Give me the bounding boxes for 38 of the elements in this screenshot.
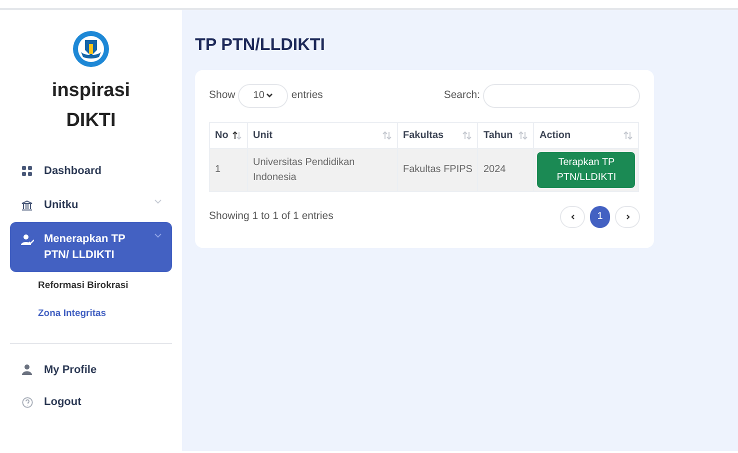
help-icon <box>22 396 32 408</box>
column-header[interactable]: No <box>210 122 248 148</box>
nav-item[interactable]: Logout <box>10 386 172 418</box>
chevron-right-icon <box>626 214 630 220</box>
table-cell: Universitas Pendidikan Indonesia <box>248 148 398 191</box>
apply-button[interactable]: Terapkan TP PTN/LLDIKTI <box>537 152 636 188</box>
entries-info: Showing 1 to 1 of 1 entries <box>209 208 334 224</box>
nav-item[interactable]: Menerapkan TP PTN/ LLDIKTI <box>10 222 172 272</box>
brand-name: DIKTI <box>66 109 116 133</box>
nav-item[interactable]: Unitku <box>10 188 172 222</box>
column-header[interactable]: Unit <box>248 122 398 148</box>
entries-label: entries <box>291 88 323 103</box>
search-label: Search: <box>444 88 480 103</box>
nav-item[interactable]: Dashboard <box>10 154 172 188</box>
page-button[interactable]: 1 <box>590 206 610 228</box>
caret-icon <box>266 93 274 98</box>
chevron-left-icon <box>570 214 574 220</box>
user-check-icon <box>20 234 34 245</box>
column-header[interactable]: Tahun <box>478 122 534 148</box>
person-icon <box>22 364 32 376</box>
show-label: Show <box>209 88 236 103</box>
column-header[interactable]: Action <box>534 122 639 148</box>
search-field[interactable] <box>483 84 640 108</box>
brand-name: inspirasi <box>52 79 130 103</box>
grid-icon <box>22 166 32 176</box>
table-cell: Fakultas FPIPS <box>398 148 478 191</box>
table-cell: 2024 <box>478 148 534 191</box>
page-title: TP PTN/LLDIKTI <box>195 34 326 56</box>
emblem-icon <box>72 30 110 68</box>
submenu-item[interactable]: Zona Integritas <box>38 300 182 328</box>
nav-item[interactable]: My Profile <box>10 354 172 386</box>
column-header[interactable]: Fakultas <box>398 122 478 148</box>
submenu-item[interactable]: Reformasi Birokrasi <box>38 272 182 300</box>
table-cell: 1 <box>210 148 248 191</box>
next-button[interactable] <box>615 206 640 228</box>
previous-button[interactable] <box>560 206 585 228</box>
building-icon <box>21 200 33 211</box>
page-size-select[interactable]: 10 <box>238 84 288 108</box>
